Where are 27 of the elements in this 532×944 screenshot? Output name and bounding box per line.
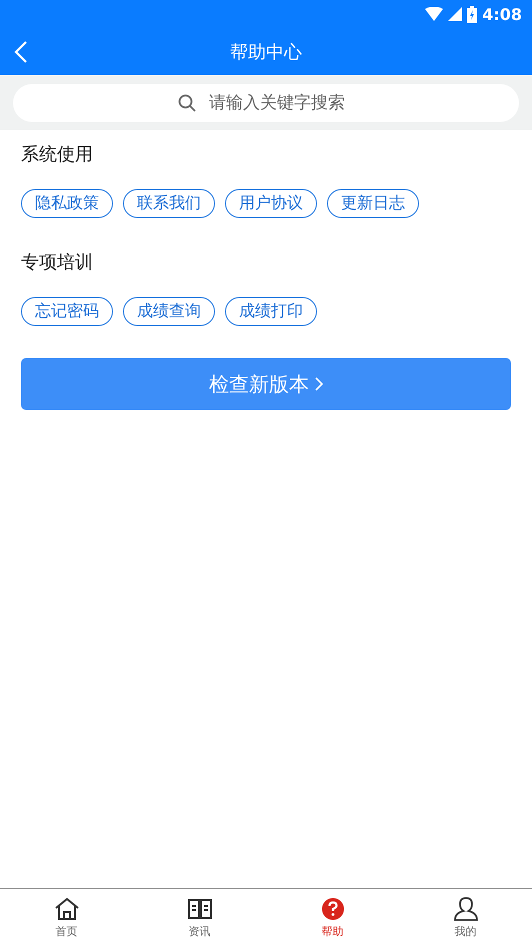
tab-item[interactable]: 帮助 <box>266 889 399 944</box>
tab-item[interactable]: 资讯 <box>133 889 266 944</box>
signal-icon <box>448 7 462 21</box>
topic-chip[interactable]: 更新日志 <box>327 189 419 218</box>
section-title: 系统使用 <box>21 143 94 166</box>
topic-chip[interactable]: 联系我们 <box>123 189 215 218</box>
battery-icon <box>467 6 478 22</box>
tab-item[interactable]: 我的 <box>399 889 532 944</box>
topic-chip[interactable]: 用户协议 <box>225 189 317 218</box>
topic-chip[interactable]: 忘记密码 <box>21 297 113 326</box>
topic-chip[interactable]: 隐私政策 <box>21 189 113 218</box>
search-field[interactable]: 请输入关键字搜索 <box>13 84 519 122</box>
topic-chip[interactable]: 成绩查询 <box>123 297 215 326</box>
check-update-button[interactable]: 检查新版本 <box>21 358 511 410</box>
status-time: 4:08 <box>482 4 522 24</box>
tab-item[interactable]: 首页 <box>0 889 133 944</box>
topic-chip[interactable]: 成绩打印 <box>225 297 317 326</box>
back-icon[interactable] <box>14 41 28 63</box>
help-icon <box>320 897 344 921</box>
person-icon <box>452 896 478 922</box>
wifi-icon <box>425 7 444 21</box>
chevron-icon <box>315 377 323 391</box>
section-title: 专项培训 <box>21 251 94 274</box>
home-icon <box>54 897 80 921</box>
header-title: 帮助中心 <box>230 40 302 64</box>
book-icon <box>186 898 212 920</box>
search-icon <box>178 94 196 112</box>
